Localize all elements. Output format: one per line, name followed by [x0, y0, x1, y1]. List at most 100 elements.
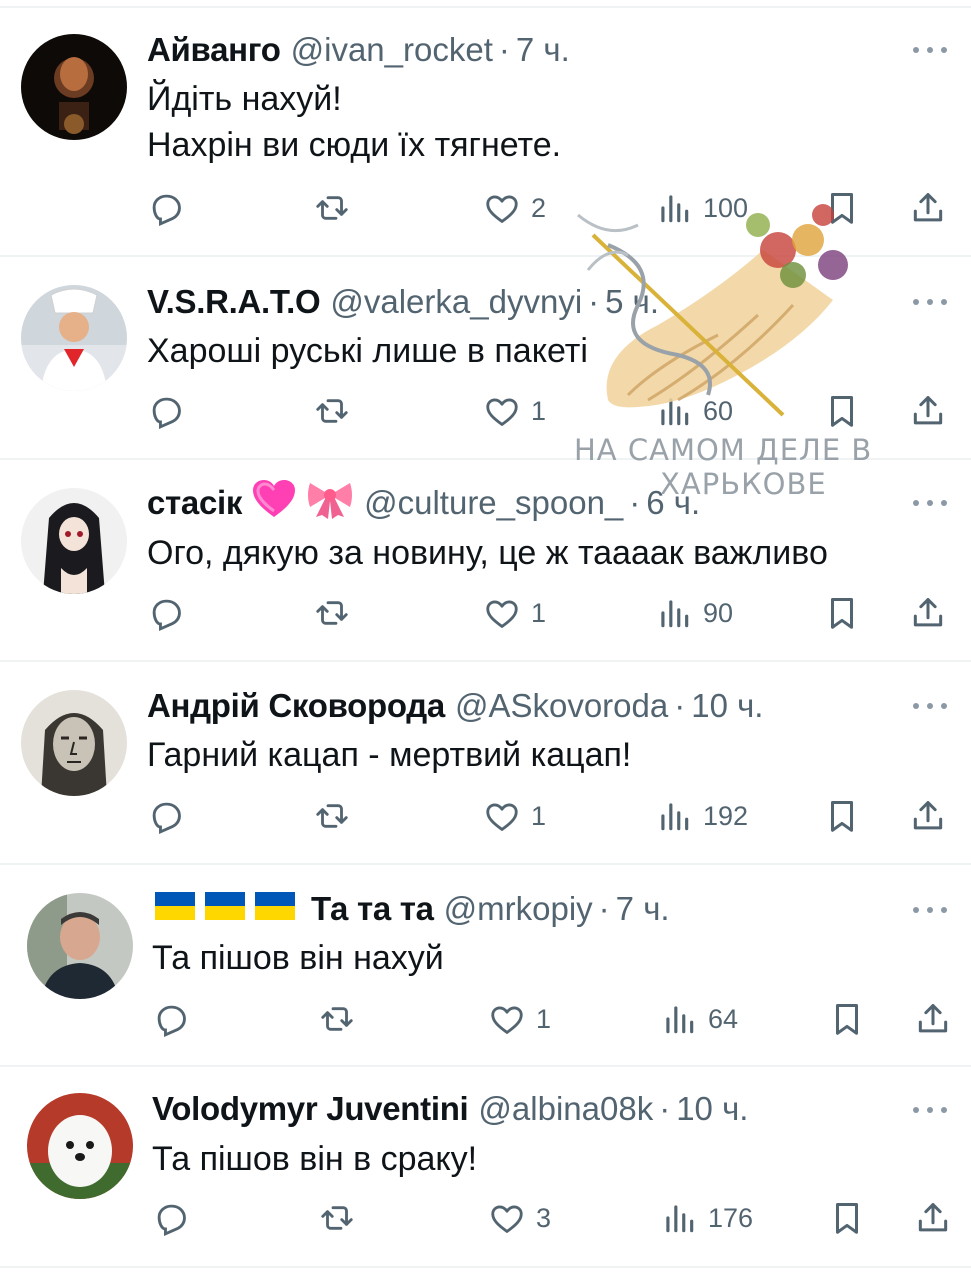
tweet[interactable]: Volodymyr Juventini @albina08k · 10 ч. Т… — [0, 1065, 971, 1266]
tweet-text: Та пішов він нахуй — [152, 935, 444, 981]
share-button[interactable] — [909, 389, 947, 433]
ribbon-emoji-icon — [306, 479, 354, 527]
tweet-text: Йдіть нахуй! Нахрін ви сюди їх тягнете. — [147, 76, 561, 168]
user-handle[interactable]: @ivan_rocket — [291, 31, 493, 69]
avatar[interactable] — [21, 34, 127, 140]
avatar[interactable] — [21, 488, 127, 594]
share-button[interactable] — [909, 794, 947, 838]
views-button[interactable]: 100 — [655, 186, 748, 230]
views-button[interactable]: 90 — [655, 591, 733, 635]
tweet[interactable]: стасік @culture_spoon_ · 6 ч. Ого, дякую… — [0, 458, 971, 660]
display-name[interactable]: V.S.R.A.T.O — [147, 283, 321, 321]
avatar[interactable] — [27, 1093, 133, 1199]
more-icon[interactable] — [913, 498, 947, 508]
views-button[interactable]: 60 — [655, 389, 733, 433]
display-name[interactable]: Та та та — [311, 890, 434, 928]
tweet[interactable]: Айванго @ivan_rocket · 7 ч. Йдіть нахуй!… — [0, 0, 971, 255]
user-handle[interactable]: @mrkopiy — [444, 890, 593, 928]
reply-button[interactable] — [152, 997, 190, 1041]
action-bar: 2 100 — [147, 186, 967, 230]
timestamp[interactable]: 7 ч. — [516, 31, 570, 69]
share-icon — [909, 189, 947, 227]
retweet-button[interactable] — [313, 389, 351, 433]
timestamp[interactable]: 5 ч. — [605, 283, 659, 321]
divider — [0, 1266, 971, 1268]
heart-icon — [488, 1199, 526, 1237]
reply-button[interactable] — [147, 389, 185, 433]
like-button[interactable]: 1 — [483, 389, 546, 433]
timestamp[interactable]: 10 ч. — [676, 1090, 748, 1128]
more-icon[interactable] — [913, 297, 947, 307]
reply-button[interactable] — [147, 794, 185, 838]
share-button[interactable] — [914, 997, 952, 1041]
like-button[interactable]: 3 — [488, 1196, 551, 1240]
views-button[interactable]: 192 — [655, 794, 748, 838]
reply-button[interactable] — [152, 1196, 190, 1240]
views-button[interactable]: 64 — [660, 997, 738, 1041]
action-bar: 3 176 — [152, 1196, 971, 1240]
display-name[interactable]: Айванго — [147, 31, 281, 69]
like-button[interactable]: 1 — [488, 997, 551, 1041]
bookmark-icon — [823, 797, 861, 835]
display-name[interactable]: Volodymyr Juventini — [152, 1090, 469, 1128]
separator-dot: · — [498, 31, 510, 68]
share-icon — [914, 1199, 952, 1237]
views-icon — [660, 1199, 698, 1237]
retweet-button[interactable] — [318, 997, 356, 1041]
bookmark-button[interactable] — [823, 389, 861, 433]
more-icon[interactable] — [913, 701, 947, 711]
user-handle[interactable]: @ASkovoroda — [455, 687, 668, 725]
views-button[interactable]: 176 — [660, 1196, 753, 1240]
ukraine-flag-icon — [155, 890, 195, 928]
share-icon — [909, 392, 947, 430]
more-icon[interactable] — [913, 905, 947, 915]
bookmark-icon — [828, 1000, 866, 1038]
bookmark-button[interactable] — [828, 997, 866, 1041]
bookmark-button[interactable] — [823, 794, 861, 838]
tweet[interactable]: V.S.R.A.T.O @valerka_dyvnyi · 5 ч. Харош… — [0, 255, 971, 458]
retweet-button[interactable] — [313, 186, 351, 230]
view-count: 64 — [708, 1003, 739, 1034]
reply-icon — [152, 1199, 190, 1237]
like-button[interactable]: 1 — [483, 591, 546, 635]
view-count: 90 — [703, 597, 734, 628]
reply-button[interactable] — [147, 186, 185, 230]
avatar[interactable] — [27, 893, 133, 999]
tweet-text: Хароші руські лише в пакеті — [147, 328, 588, 374]
bookmark-button[interactable] — [828, 1196, 866, 1240]
avatar[interactable] — [21, 690, 127, 796]
share-button[interactable] — [909, 591, 947, 635]
tweet[interactable]: Андрій Сковорода @ASkovoroda · 10 ч. Гар… — [0, 660, 971, 863]
retweet-button[interactable] — [313, 591, 351, 635]
heart-icon — [483, 797, 521, 835]
view-count: 176 — [708, 1202, 754, 1233]
timestamp[interactable]: 10 ч. — [691, 687, 763, 725]
tweet[interactable]: Та та та @mrkopiy · 7 ч. Та пішов він на… — [0, 863, 971, 1065]
share-button[interactable] — [914, 1196, 952, 1240]
like-button[interactable]: 2 — [483, 186, 546, 230]
more-icon[interactable] — [913, 45, 947, 55]
tweet-text-line: Йдіть нахуй! — [147, 80, 342, 118]
reply-button[interactable] — [147, 591, 185, 635]
heart-icon — [488, 1000, 526, 1038]
like-button[interactable]: 1 — [483, 794, 546, 838]
display-name[interactable]: Андрій Сковорода — [147, 687, 445, 725]
avatar[interactable] — [21, 285, 127, 391]
retweet-button[interactable] — [318, 1196, 356, 1240]
user-handle[interactable]: @albina08k — [478, 1090, 653, 1128]
like-count: 1 — [531, 597, 547, 628]
user-handle[interactable]: @culture_spoon_ — [364, 484, 623, 522]
tweet-text-line: Та пішов він нахуй — [152, 939, 444, 977]
more-icon[interactable] — [913, 1105, 947, 1115]
views-icon — [655, 189, 693, 227]
timestamp[interactable]: 6 ч. — [646, 484, 700, 522]
display-name[interactable]: стасік — [147, 484, 242, 522]
user-handle[interactable]: @valerka_dyvnyi — [330, 283, 582, 321]
bookmark-button[interactable] — [823, 591, 861, 635]
retweet-button[interactable] — [313, 794, 351, 838]
timestamp[interactable]: 7 ч. — [616, 890, 670, 928]
like-count: 1 — [531, 395, 547, 426]
bookmark-button[interactable] — [823, 186, 861, 230]
ukraine-flag-icon — [255, 890, 295, 928]
share-button[interactable] — [909, 186, 947, 230]
